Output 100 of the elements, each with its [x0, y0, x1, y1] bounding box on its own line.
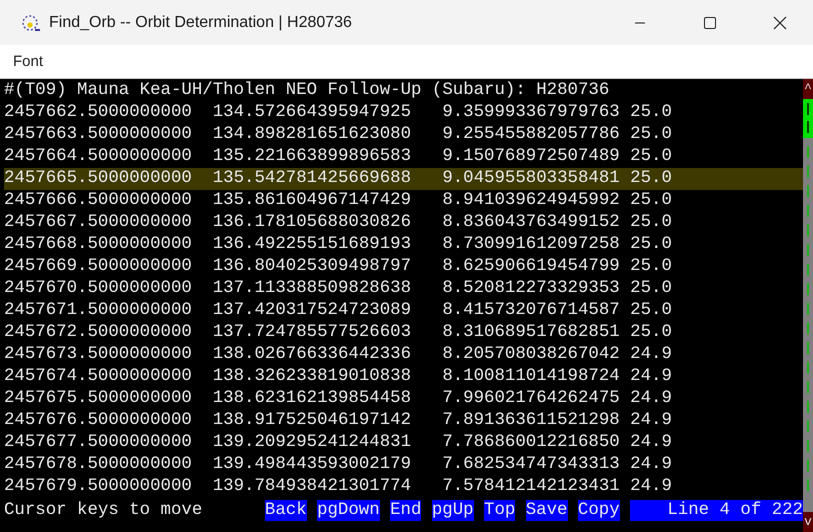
table-cell: 25.0 [630, 102, 672, 124]
ephemeris-row[interactable]: 2457672.5000000000 137.724785577526603 8.310689517682851 25.0 [4, 322, 803, 344]
status-hint: Cursor keys to move [4, 500, 204, 521]
table-cell-text: 2457669.5000000000 [4, 256, 193, 278]
ephemeris-row[interactable]: 2457671.5000000000 137.420317524723089 8.415732076714587 25.0 [4, 300, 803, 322]
table-cell-text: 2457663.5000000000 [4, 124, 193, 146]
table-cell-text: 2457677.5000000000 [4, 432, 193, 454]
ephemeris-row[interactable]: 2457668.5000000000 136.492255151689193 8.730991612097258 25.0 [4, 234, 803, 256]
table-cell: 24.9 [630, 366, 672, 388]
table-cell-text: 9.255455882057786 [442, 124, 621, 146]
line-position: Line 4 of 222 [630, 500, 803, 521]
status-button[interactable]: pgDown [317, 500, 380, 521]
table-cell-text: 2457671.5000000000 [4, 300, 193, 322]
table-cell-text: 8.100811014198724 [442, 366, 621, 388]
scroll-down-button[interactable]: v [803, 512, 813, 532]
status-button[interactable]: pgUp [432, 500, 474, 521]
table-cell: 25.0 [630, 278, 672, 300]
table-cell-text: 2457666.5000000000 [4, 190, 193, 212]
table-cell-text: 2457674.5000000000 [4, 366, 193, 388]
table-cell-text: 7.996021764262475 [442, 388, 621, 410]
table-cell-text: 2457676.5000000000 [4, 410, 193, 432]
table-cell-text: 135.221663899896583 [212, 146, 412, 168]
ephemeris-row[interactable]: 2457673.5000000000 138.026766336442336 8.205708038267042 24.9 [4, 344, 803, 366]
table-cell: 25.0 [630, 322, 672, 344]
table-cell-text: 136.178105688030826 [212, 212, 412, 234]
ephemeris-row[interactable]: 2457662.5000000000 134.572664395947925 9.359993367979763 25.0 [4, 102, 803, 124]
maximize-icon [703, 16, 717, 30]
table-cell-text: 9.045955803358481 [442, 168, 621, 190]
table-cell: 25.0 [630, 146, 672, 168]
ephemeris-row[interactable]: 2457674.5000000000 138.326233819010838 8.100811014198724 24.9 [4, 366, 803, 388]
table-cell-text: 136.804025309498797 [212, 256, 412, 278]
table-cell-text: 135.861604967147429 [212, 190, 412, 212]
ephemeris-row[interactable]: 2457667.5000000000 136.178105688030826 8.836043763499152 25.0 [4, 212, 803, 234]
table-cell: 24.9 [630, 454, 672, 476]
scroll-thumb[interactable] [803, 99, 813, 138]
ephemeris-row[interactable]: 2457670.5000000000 137.113388509828638 8.520812273329353 25.0 [4, 278, 803, 300]
table-cell: 25.0 [630, 300, 672, 322]
status-button[interactable]: Save [526, 500, 568, 521]
table-cell-text: 7.578412142123431 [442, 476, 621, 498]
ephemeris-row[interactable]: 2457666.5000000000 135.861604967147429 8.941039624945992 25.0 [4, 190, 803, 212]
table-cell-text: 139.784938421301774 [212, 476, 412, 498]
status-button[interactable]: Copy [578, 500, 620, 521]
table-cell-text: 9.359993367979763 [442, 102, 621, 124]
status-button[interactable]: End [390, 500, 422, 521]
menu-item[interactable]: Font [12, 51, 44, 72]
table-cell-text: 2457672.5000000000 [4, 322, 193, 344]
ephemeris-row[interactable]: 2457677.5000000000 139.209295241244831 7.786860012216850 24.9 [4, 432, 803, 454]
ephemeris-row[interactable]: 2457664.5000000000 135.221663899896583 9.150768972507489 25.0 [4, 146, 803, 168]
table-cell: 25.0 [630, 234, 672, 256]
table-cell: 25.0 [630, 190, 672, 212]
table-cell-text: 8.730991612097258 [442, 234, 621, 256]
table-cell-text: 7.891363611521298 [442, 410, 621, 432]
table-cell-text: 135.542781425669688 [212, 168, 412, 190]
table-title: #(T09) Mauna Kea-UH/Tholen NEO Follow-Up (Subaru): H280736 [4, 80, 610, 102]
table-cell-text: 7.786860012216850 [442, 432, 621, 454]
table-cell: 24.9 [630, 410, 672, 432]
ephemeris-row[interactable]: 2457663.5000000000 134.898281651623080 9.255455882057786 25.0 [4, 124, 803, 146]
table-cell-text: 2457678.5000000000 [4, 454, 193, 476]
scroll-up-button[interactable]: ^ [803, 79, 813, 99]
table-cell-text: 134.572664395947925 [212, 102, 412, 124]
table-cell: 24.9 [630, 476, 672, 498]
window-title: Find_Orb -- Orbit Determination | H280736 [49, 14, 353, 32]
table-cell-text: 2457667.5000000000 [4, 212, 193, 234]
table-cell: 25.0 [630, 256, 672, 278]
ephemeris-row[interactable]: 2457665.5000000000 135.542781425669688 9.045955803358481 25.0 [4, 168, 803, 190]
table-cell-text: 2457668.5000000000 [4, 234, 193, 256]
table-cell-text: 2457673.5000000000 [4, 344, 193, 366]
table-cell-text: 139.498443593002179 [212, 454, 412, 476]
table-cell-text: 2457665.5000000000 [4, 168, 193, 190]
table-cell-text: 8.205708038267042 [442, 344, 621, 366]
table-cell: 24.9 [630, 344, 672, 366]
ephemeris-row[interactable]: 2457679.5000000000 139.784938421301774 7.578412142123431 24.9 [4, 476, 803, 498]
ephemeris-row[interactable]: 2457675.5000000000 138.623162139854458 7.996021764262475 24.9 [4, 388, 803, 410]
table-cell-text: 2457670.5000000000 [4, 278, 193, 300]
table-cell: 25.0 [630, 168, 672, 190]
table-cell: 25.0 [630, 212, 672, 234]
table-cell-text: 139.209295241244831 [212, 432, 412, 454]
table-cell-text: 2457679.5000000000 [4, 476, 193, 498]
app-icon [21, 12, 41, 32]
table-cell-text: 137.113388509828638 [212, 278, 412, 300]
table-cell-text: 8.625906619454799 [442, 256, 621, 278]
table-cell-text: 7.682534747343313 [442, 454, 621, 476]
table-cell: 24.9 [630, 388, 672, 410]
table-cell-text: 8.836043763499152 [442, 212, 621, 234]
table-cell-text: 138.326233819010838 [212, 366, 412, 388]
table-cell-text: 8.941039624945992 [442, 190, 621, 212]
ephemeris-row[interactable]: 2457678.5000000000 139.498443593002179 7.682534747343313 24.9 [4, 454, 803, 476]
table-cell-text: 137.420317524723089 [212, 300, 412, 322]
table-cell-text: 9.150768972507489 [442, 146, 621, 168]
ephemeris-row[interactable]: 2457669.5000000000 136.804025309498797 8.625906619454799 25.0 [4, 256, 803, 278]
table-cell-text: 138.623162139854458 [212, 388, 412, 410]
table-cell-text: 8.415732076714587 [442, 300, 621, 322]
status-button[interactable]: Top [484, 500, 516, 521]
close-icon [773, 16, 787, 30]
table-cell: 24.9 [630, 432, 672, 454]
table-cell-text: 2457664.5000000000 [4, 146, 193, 168]
table-cell-text: 2457662.5000000000 [4, 102, 193, 124]
status-button[interactable]: Back [264, 500, 307, 521]
ephemeris-row[interactable]: 2457676.5000000000 138.917525046197142 7.891363611521298 24.9 [4, 410, 803, 432]
table-cell-text: 8.310689517682851 [442, 322, 621, 344]
